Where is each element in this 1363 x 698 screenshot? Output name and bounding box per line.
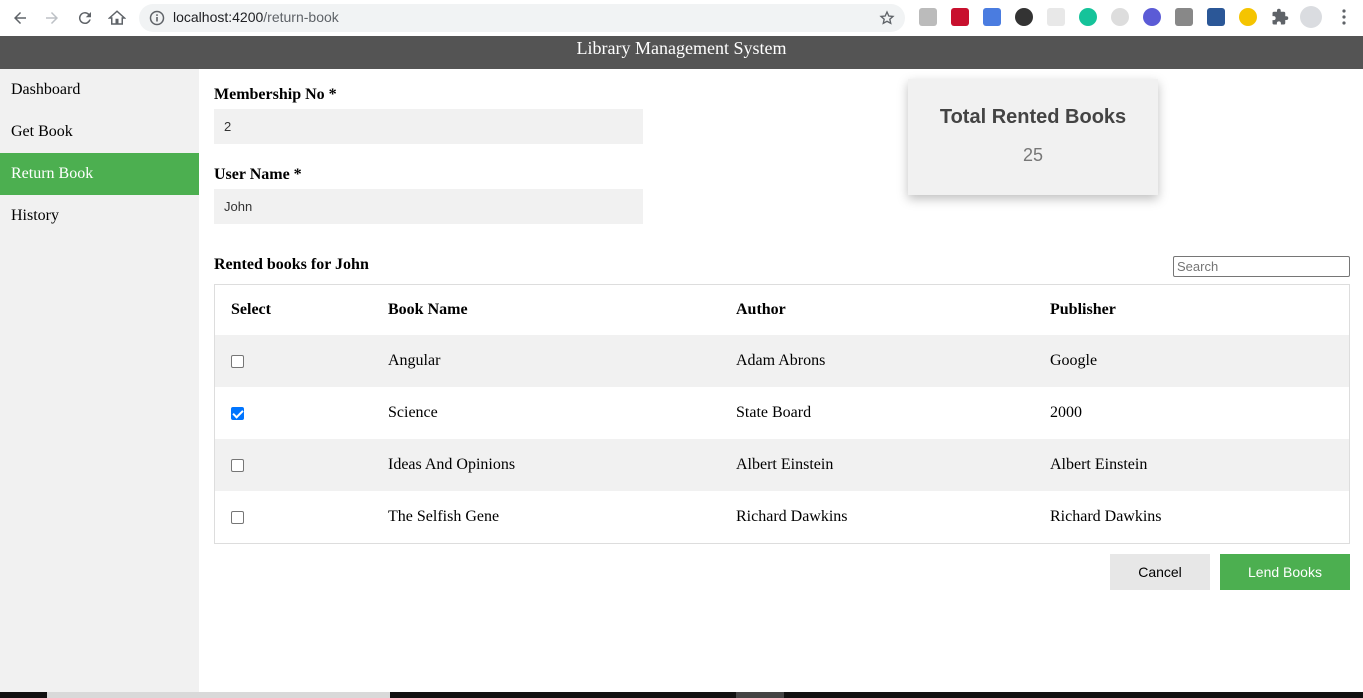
forward-icon[interactable] [40,6,64,30]
url-text: localhost:4200/return-book [173,9,339,25]
grammarly-extension-icon[interactable] [1079,8,1097,26]
column-header-publisher: Publisher [1050,301,1116,318]
sidebar: Dashboard Get Book Return Book History [0,69,199,692]
book-name-cell: The Selfish Gene [388,508,500,525]
publisher-cell: Richard Dawkins [1050,508,1162,525]
sidebar-item-get-book[interactable]: Get Book [0,111,199,153]
table-header-row: Select Book Name Author Publisher [215,285,1349,335]
select-cell [215,335,372,387]
app-title: Library Management System [576,38,787,58]
search-input[interactable] [1173,256,1350,277]
row-checkbox[interactable] [231,406,244,420]
zip-extension-icon[interactable] [1207,8,1225,26]
browser-toolbar: localhost:4200/return-book [0,0,1363,36]
row-checkbox[interactable] [231,458,244,472]
book-name-cell: Ideas And Opinions [388,456,516,473]
column-header-select: Select [231,301,271,318]
app-header: Library Management System [0,36,1363,69]
mcafee-extension-icon[interactable] [951,8,969,26]
author-cell: Adam Abrons [736,352,826,369]
cancel-button[interactable]: Cancel [1110,554,1210,590]
home-icon[interactable] [105,6,129,30]
author-cell: Albert Einstein [736,456,834,473]
taskbar-segment [736,692,784,698]
username-input[interactable]: John [214,189,643,224]
rented-books-heading: Rented books for John [214,256,369,273]
membership-input[interactable]: 2 [214,109,643,144]
extension-icon[interactable] [919,8,937,26]
publisher-cell: 2000 [1050,404,1082,421]
author-cell: Richard Dawkins [736,508,848,525]
select-cell [215,387,372,439]
sidebar-item-return-book[interactable]: Return Book [0,153,199,195]
lend-books-button[interactable]: Lend Books [1220,554,1350,590]
main-content: Membership No * 2 User Name * John Total… [199,69,1363,692]
reload-icon[interactable] [73,6,97,30]
total-rented-card: Total Rented Books 25 [908,79,1158,195]
publisher-cell: Albert Einstein [1050,456,1148,473]
row-checkbox[interactable] [231,354,244,368]
extension-icon[interactable] [1239,8,1257,26]
table-row: Ideas And Opinions Albert Einstein Alber… [215,439,1349,491]
table-row: Science State Board 2000 [215,387,1349,439]
rented-books-table: Select Book Name Author Publisher Angula… [214,284,1350,544]
extension-icon[interactable] [1015,8,1033,26]
publisher-cell: Google [1050,352,1098,369]
total-rented-value: 25 [1022,145,1044,165]
menu-kebab-icon[interactable] [1335,8,1353,26]
address-bar[interactable]: localhost:4200/return-book [139,4,905,32]
column-header-author: Author [736,301,786,318]
book-name-cell: Angular [388,352,441,369]
profile-avatar-icon[interactable] [1300,6,1322,28]
translate-extension-icon[interactable] [983,8,1001,26]
extension-icon[interactable] [1175,8,1193,26]
sidebar-item-history[interactable]: History [0,195,199,237]
author-cell: State Board [736,404,812,421]
os-taskbar [0,692,1363,698]
back-icon[interactable] [8,6,32,30]
row-checkbox[interactable] [231,510,244,524]
select-cell [215,491,372,543]
info-icon[interactable] [149,10,165,26]
taskbar-segment [47,692,390,698]
username-label: User Name * [214,166,302,183]
extension-icon[interactable] [1047,8,1065,26]
total-rented-title: Total Rented Books [939,106,1127,128]
sidebar-item-dashboard[interactable]: Dashboard [0,69,199,111]
select-cell [215,439,372,491]
membership-label: Membership No * [214,86,337,103]
extension-icon[interactable] [1111,8,1129,26]
bookmark-star-icon[interactable] [879,10,895,26]
column-header-book-name: Book Name [388,301,468,318]
puzzle-icon[interactable] [1271,8,1289,26]
table-row: Angular Adam Abrons Google [215,335,1349,387]
book-name-cell: Science [388,404,438,421]
table-row: The Selfish Gene Richard Dawkins Richard… [215,491,1349,543]
extension-icon[interactable] [1143,8,1161,26]
